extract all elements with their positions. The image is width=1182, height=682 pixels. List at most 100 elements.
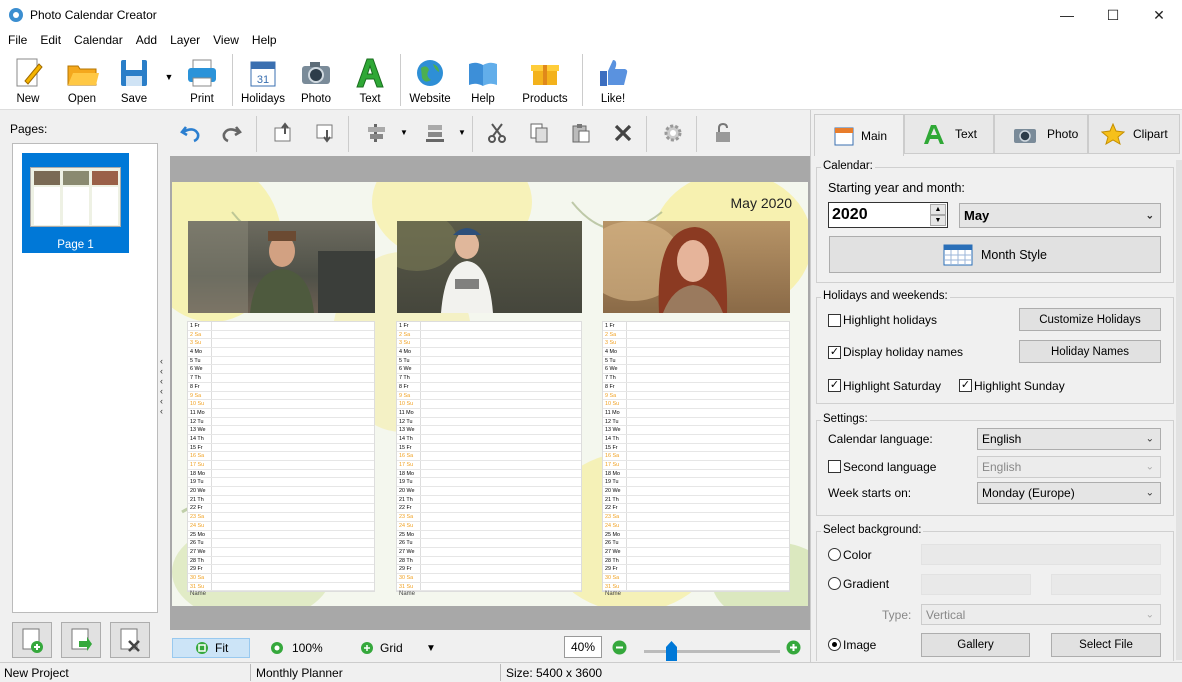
color-radio[interactable]	[828, 548, 841, 561]
duplicate-page-button[interactable]	[61, 622, 101, 658]
select-file-button[interactable]: Select File	[1051, 633, 1161, 657]
day-row: 29 Fr	[397, 565, 581, 574]
year-down-arrow[interactable]: ▼	[930, 215, 946, 226]
products-button[interactable]: Products	[518, 54, 572, 108]
calendar-page[interactable]: May 2020 1 Fr 2 Sa 3 Su 4 Mo 5 Tu 6 We 7 Th 8 F…	[172, 182, 808, 606]
day-cell: 14 Th	[603, 434, 627, 443]
holiday-names-button[interactable]: Holiday Names	[1019, 340, 1161, 363]
gradient-radio[interactable]	[828, 577, 841, 590]
collapse-handle[interactable]: ‹ ‹ ‹ ‹ ‹ ‹	[160, 356, 163, 416]
gradient-type-select[interactable]: Vertical ⌄	[921, 604, 1161, 625]
day-cell: 7 Th	[188, 374, 212, 382]
help-button[interactable]: Help	[462, 54, 504, 108]
menu-calendar[interactable]: Calendar	[61, 30, 123, 47]
settings-gear-icon[interactable]	[662, 122, 684, 144]
note-cell	[212, 565, 374, 573]
status-project: New Project	[4, 666, 69, 680]
customize-holidays-button[interactable]: Customize Holidays	[1019, 308, 1161, 331]
display-holiday-names-checkbox[interactable]: ✓	[828, 346, 841, 359]
second-language-select[interactable]: English ⌄	[977, 456, 1161, 478]
minimize-button[interactable]: —	[1044, 0, 1090, 30]
add-page-button[interactable]	[12, 622, 52, 658]
maximize-button[interactable]: ☐	[1090, 0, 1136, 30]
distribute-dropdown-arrow[interactable]: ▼	[458, 128, 466, 137]
zoom-out-icon[interactable]	[612, 640, 627, 655]
text-button[interactable]: Text	[348, 54, 392, 108]
gallery-button[interactable]: Gallery	[921, 633, 1030, 657]
gradient-end-color[interactable]	[1051, 574, 1161, 595]
month-style-button[interactable]: Month Style	[829, 236, 1161, 273]
calendar-language-select[interactable]: English ⌄	[977, 428, 1161, 450]
day-cell: 23 Sa	[397, 513, 421, 521]
highlight-holidays-label: Highlight holidays	[843, 313, 938, 327]
redo-icon[interactable]	[220, 122, 242, 144]
zoom-100-button[interactable]: 100%	[270, 638, 340, 658]
image-radio[interactable]	[828, 638, 841, 651]
unlock-icon[interactable]	[712, 122, 734, 144]
pane-scrollbar[interactable]	[1176, 160, 1182, 660]
gradient-start-color[interactable]	[921, 574, 1031, 595]
fit-button[interactable]: Fit	[172, 638, 250, 658]
website-label: Website	[409, 93, 451, 105]
note-cell	[421, 583, 581, 591]
distribute-objects-icon[interactable]	[424, 122, 446, 144]
save-button[interactable]: Save	[112, 54, 156, 108]
day-cell: 11 Mo	[603, 408, 627, 417]
align-objects-icon[interactable]	[366, 122, 388, 144]
zoom-slider-track[interactable]	[644, 650, 780, 653]
grid-button[interactable]: Grid	[360, 638, 410, 658]
bring-forward-icon[interactable]	[272, 122, 294, 144]
month-grid-1[interactable]: 1 Fr 2 Sa 3 Su 4 Mo 5 Tu 6 We 7 Th 8 Fr 9 Sa 10 S…	[187, 321, 375, 597]
undo-icon[interactable]	[180, 122, 202, 144]
menu-file[interactable]: File	[0, 30, 27, 47]
month-grid-2[interactable]: 1 Fr 2 Sa 3 Su 4 Mo 5 Tu 6 We 7 Th 8 Fr 9 Sa 10 S…	[396, 321, 582, 597]
close-button[interactable]: ✕	[1136, 0, 1182, 30]
send-backward-icon[interactable]	[314, 122, 336, 144]
menu-help[interactable]: Help	[239, 30, 277, 47]
menu-add[interactable]: Add	[123, 30, 157, 47]
zoom-percent-field[interactable]: 40%	[564, 636, 602, 658]
note-cell	[627, 531, 789, 539]
grid-dropdown-arrow[interactable]: ▼	[426, 638, 438, 658]
day-row: 10 Su	[397, 400, 581, 409]
copy-icon[interactable]	[528, 122, 550, 144]
photo-frame-3[interactable]	[603, 221, 790, 313]
photo-frame-2[interactable]	[397, 221, 582, 313]
tab-main[interactable]: Main	[814, 114, 904, 156]
menu-view[interactable]: View	[200, 30, 239, 47]
align-dropdown-arrow[interactable]: ▼	[400, 128, 408, 137]
menu-edit[interactable]: Edit	[27, 30, 61, 47]
website-button[interactable]: Website	[406, 54, 454, 108]
chevron-down-icon: ⌄	[1145, 487, 1154, 499]
year-up-arrow[interactable]: ▲	[930, 204, 946, 215]
paste-icon[interactable]	[570, 122, 592, 144]
print-button[interactable]: Print	[180, 54, 224, 108]
photo-frame-1[interactable]	[188, 221, 375, 313]
cut-icon[interactable]	[486, 122, 508, 144]
highlight-holidays-checkbox[interactable]	[828, 314, 841, 327]
delete-page-button[interactable]	[110, 622, 150, 658]
highlight-sunday-checkbox[interactable]: ✓	[959, 379, 972, 392]
holidays-button[interactable]: 31 Holidays	[240, 54, 286, 108]
tab-clipart[interactable]: Clipart	[1088, 114, 1180, 154]
day-cell: 12 Tu	[603, 417, 627, 426]
zoom-in-icon[interactable]	[786, 640, 801, 655]
year-spinner[interactable]: 2020 ▲ ▼	[828, 202, 948, 228]
page-thumbnail[interactable]: Page 1	[22, 153, 129, 253]
open-button[interactable]: Open	[60, 54, 104, 108]
highlight-saturday-checkbox[interactable]: ✓	[828, 379, 841, 392]
like-button[interactable]: Like!	[592, 54, 634, 108]
month-grid-3[interactable]: 1 Fr 2 Sa 3 Su 4 Mo 5 Tu 6 We 7 Th 8 Fr 9 Sa 10 S…	[602, 321, 790, 597]
tab-text[interactable]: Text	[904, 114, 994, 154]
second-language-checkbox[interactable]	[828, 460, 841, 473]
tab-photo[interactable]: Photo	[994, 114, 1088, 154]
day-row: 23 Sa	[397, 513, 581, 522]
note-cell	[627, 470, 789, 478]
new-button[interactable]: New	[6, 54, 50, 108]
photo-button[interactable]: Photo	[294, 54, 338, 108]
delete-icon[interactable]	[612, 122, 634, 144]
color-picker-field[interactable]	[921, 544, 1161, 565]
menu-layer[interactable]: Layer	[157, 30, 200, 47]
week-starts-select[interactable]: Monday (Europe) ⌄	[977, 482, 1161, 504]
month-select[interactable]: May ⌄	[959, 203, 1161, 228]
